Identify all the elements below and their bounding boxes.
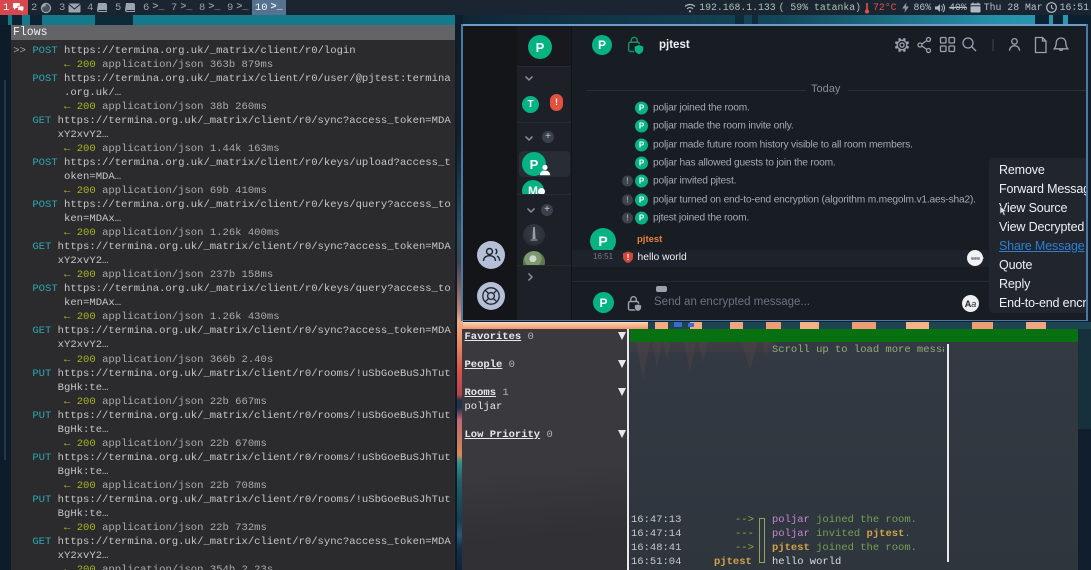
svg-text:!: ! — [627, 252, 630, 262]
